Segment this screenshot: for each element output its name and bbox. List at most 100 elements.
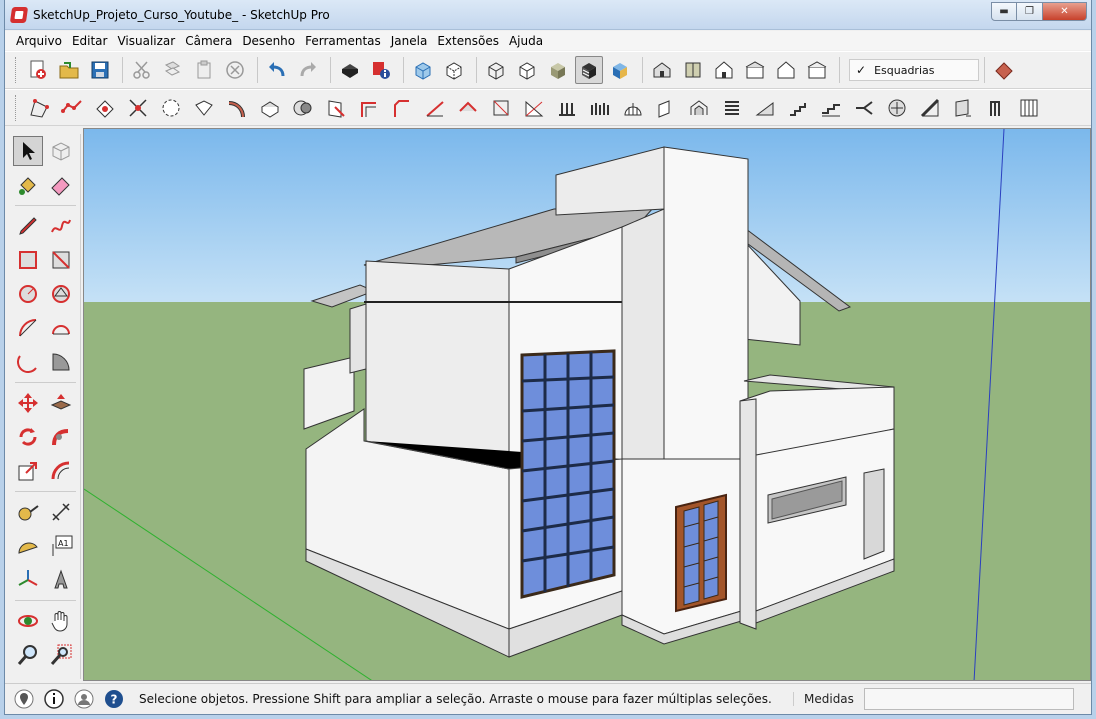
add-detail-button[interactable]: [189, 94, 219, 122]
paint-bucket-button[interactable]: [13, 170, 43, 200]
line-angle-button[interactable]: [420, 94, 450, 122]
sandbox-from-contours-button[interactable]: [24, 94, 54, 122]
arch-button[interactable]: [684, 94, 714, 122]
minimize-button[interactable]: ▬: [991, 2, 1017, 21]
save-button[interactable]: [86, 56, 114, 84]
three-point-arc-button[interactable]: [13, 347, 43, 377]
left-view-button[interactable]: [803, 56, 831, 84]
back-view-button[interactable]: [772, 56, 800, 84]
smoove-button[interactable]: [90, 94, 120, 122]
split-stair-button[interactable]: [849, 94, 879, 122]
step-button[interactable]: [783, 94, 813, 122]
push-pull-extrude-button[interactable]: [255, 94, 285, 122]
gutter-button[interactable]: [981, 94, 1011, 122]
geo-location-button[interactable]: [13, 688, 35, 710]
pan-tool-button[interactable]: [47, 606, 77, 636]
credits-button[interactable]: [43, 688, 65, 710]
menu-camera[interactable]: Câmera: [180, 34, 237, 48]
zoom-tool-button[interactable]: [13, 640, 43, 670]
text-tool-button[interactable]: A1: [47, 531, 77, 561]
dimension-tool-button[interactable]: [47, 497, 77, 527]
panel-button[interactable]: [651, 94, 681, 122]
esquadrias-tag-toggle[interactable]: ✓ Esquadrias: [849, 59, 979, 81]
stair-button[interactable]: [519, 94, 549, 122]
section-plane-button[interactable]: [321, 94, 351, 122]
monochrome-button[interactable]: [606, 56, 634, 84]
roof-button[interactable]: [453, 94, 483, 122]
iso-view-button[interactable]: [648, 56, 676, 84]
open-file-button[interactable]: [55, 56, 83, 84]
large-window[interactable]: [520, 349, 616, 599]
undo-button[interactable]: [263, 56, 291, 84]
sign-in-button[interactable]: [73, 688, 95, 710]
back-edges-button[interactable]: [440, 56, 468, 84]
title-bar[interactable]: SketchUp_Projeto_Curso_Youtube_ - Sketch…: [5, 0, 1091, 30]
3d-text-button[interactable]: [47, 565, 77, 595]
erase-button[interactable]: [221, 56, 249, 84]
sandbox-from-scratch-button[interactable]: [57, 94, 87, 122]
toolbar-grip[interactable]: [15, 94, 18, 121]
intersect-button[interactable]: [288, 94, 318, 122]
arc-tool-button[interactable]: [13, 313, 43, 343]
circle-tool-button[interactable]: [13, 279, 43, 309]
print-button[interactable]: [336, 56, 364, 84]
menu-visualizar[interactable]: Visualizar: [112, 34, 180, 48]
select-tool-button[interactable]: [13, 136, 43, 166]
railing-button[interactable]: [552, 94, 582, 122]
shaded-with-textures-button[interactable]: [575, 56, 603, 84]
rotate-tool-button[interactable]: [13, 422, 43, 452]
axes-tool-button[interactable]: [13, 565, 43, 595]
follow-me-tool-button[interactable]: [47, 422, 77, 452]
make-component-button[interactable]: [47, 136, 77, 166]
zoom-window-button[interactable]: [47, 640, 77, 670]
french-door[interactable]: [675, 493, 727, 613]
top-view-button[interactable]: [679, 56, 707, 84]
rectangle-tool-button[interactable]: [13, 245, 43, 275]
eraser-red-button[interactable]: [990, 56, 1018, 84]
instructor-button[interactable]: ?: [103, 688, 125, 710]
ramp-button[interactable]: [750, 94, 780, 122]
flip-edge-button[interactable]: [222, 94, 252, 122]
house-model-scene[interactable]: [84, 129, 1091, 681]
scale-tool-button[interactable]: [13, 456, 43, 486]
menu-janela[interactable]: Janela: [386, 34, 433, 48]
eraser-button[interactable]: [47, 170, 77, 200]
wall-button[interactable]: [486, 94, 516, 122]
menu-extensoes[interactable]: Extensões: [432, 34, 504, 48]
stamp-button[interactable]: [123, 94, 153, 122]
new-file-button[interactable]: [24, 56, 52, 84]
close-button[interactable]: ✕: [1043, 2, 1087, 21]
model-info-button[interactable]: [367, 56, 395, 84]
shaded-button[interactable]: [544, 56, 572, 84]
paste-button[interactable]: [190, 56, 218, 84]
xray-button[interactable]: [409, 56, 437, 84]
fillet-button[interactable]: [387, 94, 417, 122]
orbit-tool-button[interactable]: [13, 606, 43, 636]
polygon-tool-button[interactable]: [47, 279, 77, 309]
dome-button[interactable]: [618, 94, 648, 122]
wireframe-button[interactable]: [482, 56, 510, 84]
copy-button[interactable]: [159, 56, 187, 84]
menu-ferramentas[interactable]: Ferramentas: [300, 34, 386, 48]
shelf-button[interactable]: [1014, 94, 1044, 122]
drape-button[interactable]: [156, 94, 186, 122]
push-pull-tool-button[interactable]: [47, 388, 77, 418]
tape-measure-button[interactable]: [13, 497, 43, 527]
offset-tool-button[interactable]: [47, 456, 77, 486]
cut-button[interactable]: [128, 56, 156, 84]
fence-button[interactable]: [585, 94, 615, 122]
louver-button[interactable]: [717, 94, 747, 122]
right-view-button[interactable]: [741, 56, 769, 84]
spiral-stair-button[interactable]: [816, 94, 846, 122]
freehand-tool-button[interactable]: [47, 211, 77, 241]
menu-desenho[interactable]: Desenho: [237, 34, 300, 48]
line-tool-button[interactable]: [13, 211, 43, 241]
front-view-button[interactable]: [710, 56, 738, 84]
column-button[interactable]: [882, 94, 912, 122]
rotated-rectangle-button[interactable]: [47, 245, 77, 275]
menu-arquivo[interactable]: Arquivo: [11, 34, 67, 48]
model-viewport[interactable]: [83, 128, 1091, 681]
window-tool-button[interactable]: [915, 94, 945, 122]
redo-button[interactable]: [294, 56, 322, 84]
door-tool-button[interactable]: [948, 94, 978, 122]
